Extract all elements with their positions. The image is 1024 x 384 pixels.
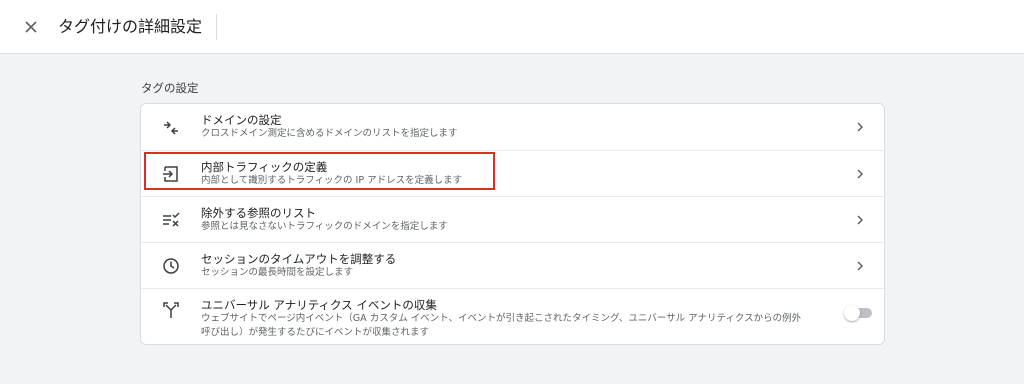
row-description: クロスドメイン測定に含めるドメインのリストを指定します <box>201 128 458 139</box>
clock-icon <box>163 258 179 274</box>
row-description-line2: 呼び出し）が発生するたびにイベントが収集されます <box>201 327 430 338</box>
row-label: 除外する参照のリスト <box>201 206 316 220</box>
row-ua-events: ユニバーサル アナリティクス イベントの収集 ウェブサイトでページ内イベント（G… <box>141 289 884 344</box>
toggle-knob <box>844 305 860 321</box>
section-label: タグの設定 <box>141 81 199 95</box>
row-label: ユニバーサル アナリティクス イベントの収集 <box>201 298 437 312</box>
row-description: 参照とは見なさないトラフィックのドメインを指定します <box>201 221 448 232</box>
top-bar: タグ付けの詳細設定 <box>0 0 1024 54</box>
row-session-timeout[interactable]: セッションのタイムアウトを調整する セッションの最長時間を設定します <box>141 243 884 288</box>
row-description: 内部として識別するトラフィックの IP アドレスを定義します <box>201 175 463 186</box>
row-description: セッションの最長時間を設定します <box>201 267 354 278</box>
row-label: 内部トラフィックの定義 <box>201 160 328 174</box>
row-internal-traffic[interactable]: 内部トラフィックの定義 内部として識別するトラフィックの IP アドレスを定義し… <box>141 151 884 196</box>
chevron-right-icon <box>857 215 864 225</box>
chevron-right-icon <box>857 261 864 271</box>
exclude-list-icon <box>163 212 180 227</box>
chevron-right-icon <box>857 122 864 132</box>
page-title: タグ付けの詳細設定 <box>58 13 218 40</box>
chevron-right-icon <box>857 169 864 179</box>
row-referral-exclusion[interactable]: 除外する参照のリスト 参照とは見なさないトラフィックのドメインを指定します <box>141 197 884 242</box>
settings-card: ドメインの設定 クロスドメイン測定に含めるドメインのリストを指定します 内部トラ… <box>140 103 885 345</box>
merge-icon <box>163 302 179 318</box>
ua-events-toggle[interactable] <box>844 305 872 321</box>
close-icon <box>25 20 37 33</box>
row-description-line1: ウェブサイトでページ内イベント（GA カスタム イベント、イベントが引き起こされ… <box>201 313 802 324</box>
row-label: ドメインの設定 <box>201 113 282 127</box>
login-icon <box>163 166 178 182</box>
cross-domain-icon <box>164 121 178 135</box>
close-button[interactable] <box>20 16 42 38</box>
row-label: セッションのタイムアウトを調整する <box>201 252 397 266</box>
row-domain-settings[interactable]: ドメインの設定 クロスドメイン測定に含めるドメインのリストを指定します <box>141 104 884 150</box>
